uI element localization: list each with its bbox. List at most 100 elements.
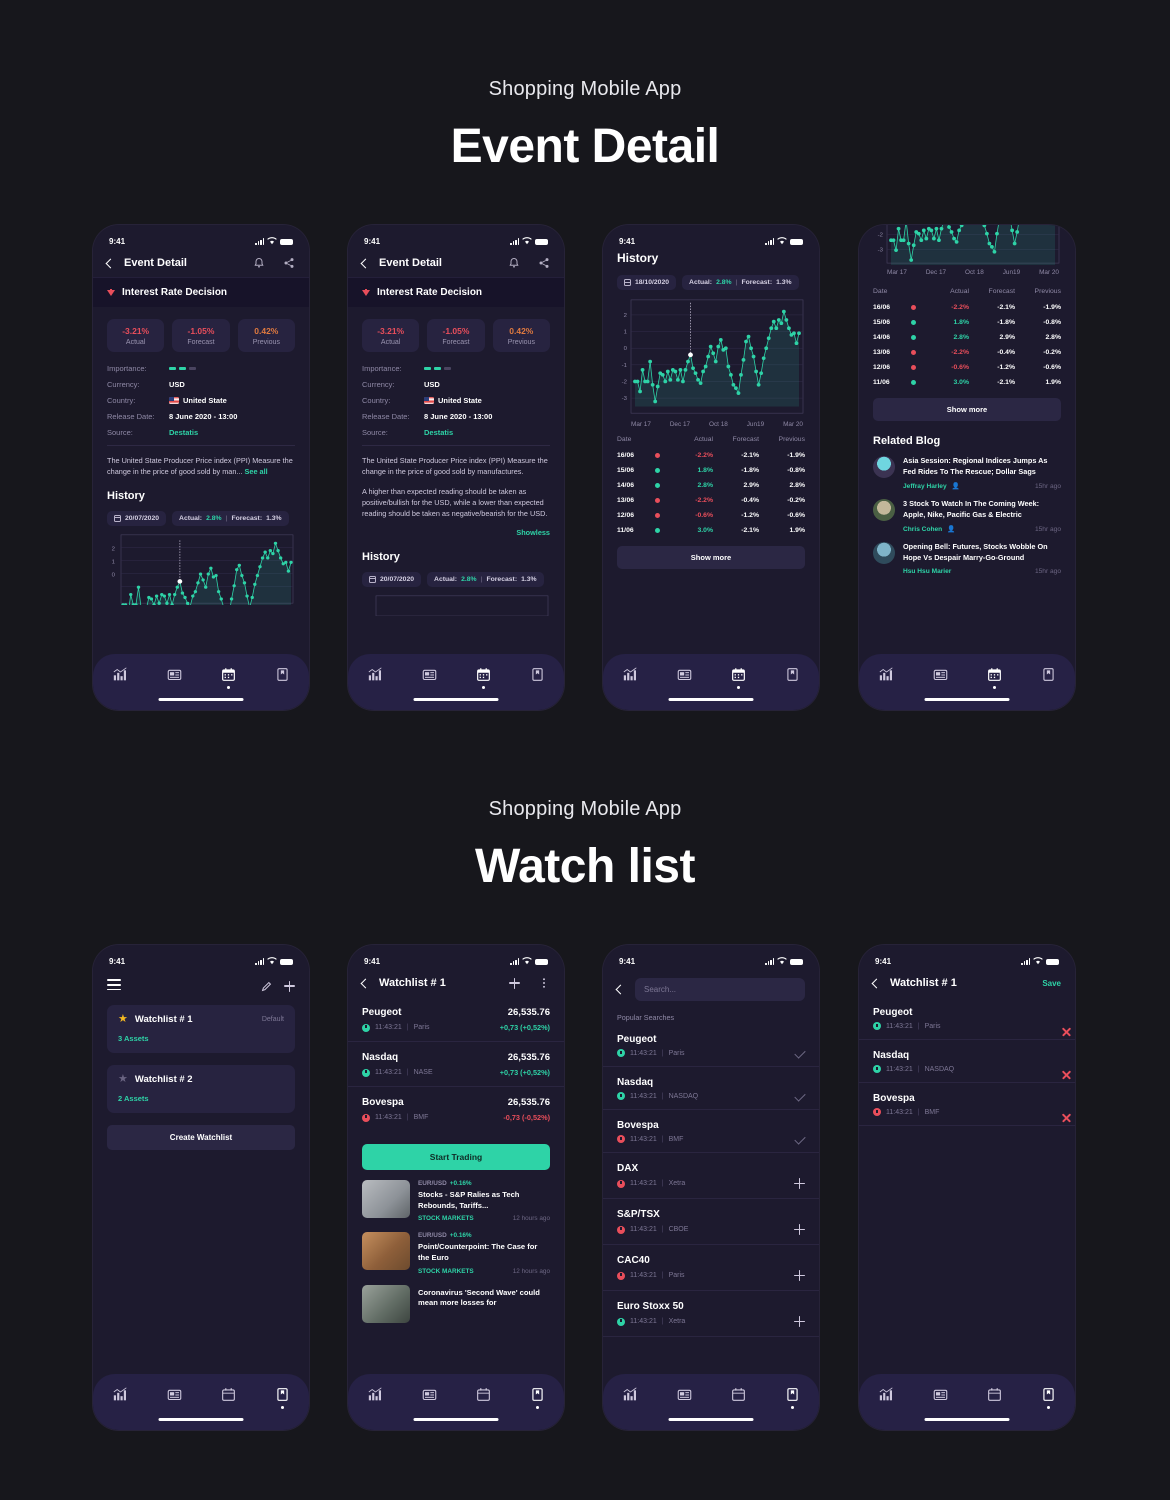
table-row[interactable]: 12/06 -0.6% -1.2% -0.6% xyxy=(617,508,805,523)
history-chart-clipped[interactable]: -2 -3 Mar 17 Dec 17 Oct 18 Jun19 Mar 20 xyxy=(873,225,1061,276)
calendar-tab[interactable] xyxy=(711,1387,765,1409)
menu-icon[interactable] xyxy=(107,979,121,993)
news-item[interactable]: EUR/USD +0.16% Point/Counterpoint: The Cas… xyxy=(348,1222,564,1275)
news-item[interactable]: Coronavirus 'Second Wave' could mean mor… xyxy=(348,1275,564,1323)
watchlist-card[interactable]: ★ Watchlist # 1 Default 3 Assets xyxy=(107,1005,295,1054)
date-pill[interactable]: 18/10/2020 xyxy=(617,275,677,290)
bookmark-tab[interactable] xyxy=(1021,667,1075,689)
bookmark-tab[interactable] xyxy=(765,667,819,689)
news-tab[interactable] xyxy=(147,667,201,689)
blog-item[interactable]: 3 Stock To Watch In The Coming Week: App… xyxy=(859,490,1075,533)
news-tab[interactable] xyxy=(147,1387,201,1409)
calendar-tab[interactable] xyxy=(456,667,510,689)
back-icon[interactable] xyxy=(360,978,371,988)
source-link[interactable]: Destatis xyxy=(424,428,453,437)
table-row[interactable]: 15/06 1.8% -1.8% -0.8% xyxy=(617,463,805,478)
bookmark-tab[interactable] xyxy=(255,667,309,689)
back-icon[interactable] xyxy=(615,984,626,995)
asset-row[interactable]: Peugeot 26,535.76 11:43:21 | Paris +0,73 (+0,… xyxy=(348,997,564,1042)
back-icon[interactable] xyxy=(871,978,882,988)
table-row[interactable]: 11/06 3.0% -2.1% 1.9% xyxy=(873,375,1061,390)
table-row[interactable]: 13/06 -2.2% -0.4% -0.2% xyxy=(873,345,1061,360)
bookmark-tab[interactable] xyxy=(510,667,564,689)
watchlist-card[interactable]: ★ Watchlist # 2 2 Assets xyxy=(107,1065,295,1114)
table-row[interactable]: 11/06 3.0% -2.1% 1.9% xyxy=(617,523,805,538)
blog-item[interactable]: Asia Session: Regional Indices Jumps As … xyxy=(859,447,1075,490)
chart-tab[interactable] xyxy=(859,1387,913,1409)
date-pill[interactable]: 20/07/2020 xyxy=(362,571,422,587)
search-result-row[interactable]: Nasdaq 11:43:21 | NASDAQ xyxy=(603,1067,819,1110)
news-item[interactable]: EUR/USD +0.16% Stocks - S&P Ralies as Tech… xyxy=(348,1170,564,1222)
see-all-link[interactable]: See all xyxy=(245,467,268,476)
calendar-tab[interactable] xyxy=(201,1387,255,1409)
history-chart-stub[interactable] xyxy=(362,594,550,616)
add-icon[interactable] xyxy=(794,1178,805,1189)
calendar-tab[interactable] xyxy=(967,667,1021,689)
calendar-tab[interactable] xyxy=(201,667,255,689)
share-icon[interactable] xyxy=(538,257,550,269)
asset-row[interactable]: Bovespa 26,535.76 11:43:21 | BMF -0,73 (-0,52… xyxy=(348,1087,564,1131)
source-link[interactable]: Destatis xyxy=(169,428,198,437)
search-result-row[interactable]: S&P/TSX 11:43:21 | CBOE xyxy=(603,1199,819,1245)
check-icon[interactable] xyxy=(794,1090,806,1102)
add-icon[interactable] xyxy=(794,1316,805,1327)
table-row[interactable]: 14/06 2.8% 2.9% 2.8% xyxy=(873,330,1061,345)
bookmark-tab[interactable] xyxy=(1021,1387,1075,1409)
bookmark-tab[interactable] xyxy=(510,1387,564,1409)
edit-pencil-icon[interactable] xyxy=(261,981,272,992)
asset-edit-row[interactable]: Bovespa 11:43:21 | BMF xyxy=(859,1083,1075,1126)
bookmark-tab[interactable] xyxy=(765,1387,819,1409)
back-icon[interactable] xyxy=(105,258,116,268)
add-icon[interactable] xyxy=(794,1270,805,1281)
blog-item[interactable]: Opening Bell: Futures, Stocks Wobble On … xyxy=(859,533,1075,575)
search-input[interactable]: Search... xyxy=(635,978,805,1001)
news-tab[interactable] xyxy=(913,1387,967,1409)
share-icon[interactable] xyxy=(283,257,295,269)
table-row[interactable]: 12/06 -0.6% -1.2% -0.6% xyxy=(873,360,1061,375)
alarm-bell-icon[interactable] xyxy=(508,257,520,269)
news-tab[interactable] xyxy=(657,667,711,689)
show-more-button[interactable]: Show more xyxy=(873,398,1061,421)
star-icon-filled[interactable]: ★ xyxy=(118,1014,128,1025)
table-row[interactable]: 16/06 -2.2% -2.1% -1.9% xyxy=(617,448,805,463)
chart-tab[interactable] xyxy=(93,667,147,689)
back-icon[interactable] xyxy=(360,258,371,268)
chart-tab[interactable] xyxy=(93,1387,147,1409)
start-trading-button[interactable]: Start Trading xyxy=(362,1144,550,1170)
calendar-tab[interactable] xyxy=(967,1387,1021,1409)
table-row[interactable]: 15/06 1.8% -1.8% -0.8% xyxy=(873,315,1061,330)
table-row[interactable]: 13/06 -2.2% -0.4% -0.2% xyxy=(617,493,805,508)
news-tab[interactable] xyxy=(402,1387,456,1409)
calendar-tab[interactable] xyxy=(456,1387,510,1409)
news-tab[interactable] xyxy=(913,667,967,689)
bookmark-tab[interactable] xyxy=(255,1387,309,1409)
date-pill[interactable]: 20/07/2020 xyxy=(107,510,167,526)
chart-tab[interactable] xyxy=(348,1387,402,1409)
chart-tab[interactable] xyxy=(603,667,657,689)
table-row[interactable]: 14/06 2.8% 2.9% 2.8% xyxy=(617,478,805,493)
more-vertical-icon[interactable] xyxy=(538,977,550,989)
search-result-row[interactable]: Bovespa 11:43:21 | BMF xyxy=(603,1110,819,1153)
asset-edit-row[interactable]: Peugeot 11:43:21 | Paris xyxy=(859,997,1075,1040)
search-result-row[interactable]: DAX 11:43:21 | Xetra xyxy=(603,1153,819,1199)
chart-tab[interactable] xyxy=(603,1387,657,1409)
search-result-row[interactable]: Euro Stoxx 50 11:43:21 | Xetra xyxy=(603,1291,819,1337)
table-row[interactable]: 16/06 -2.2% -2.1% -1.9% xyxy=(873,300,1061,315)
alarm-bell-icon[interactable] xyxy=(253,257,265,269)
chart-tab[interactable] xyxy=(348,667,402,689)
search-result-row[interactable]: Peugeot 11:43:21 | Paris xyxy=(603,1024,819,1067)
show-more-button[interactable]: Show more xyxy=(617,546,805,569)
news-tab[interactable] xyxy=(657,1387,711,1409)
check-icon[interactable] xyxy=(794,1047,806,1059)
create-watchlist-button[interactable]: Create Watchlist xyxy=(107,1125,295,1151)
search-result-row[interactable]: CAC40 11:43:21 | Paris xyxy=(603,1245,819,1291)
history-chart-full[interactable]: 2 1 0 -1 -2 -3 Mar 17 Dec 17 Oct 18 Jun19 Mar… xyxy=(617,297,805,428)
asset-edit-row[interactable]: Nasdaq 11:43:21 | NASDAQ xyxy=(859,1040,1075,1083)
chart-tab[interactable] xyxy=(859,667,913,689)
news-tab[interactable] xyxy=(402,667,456,689)
add-asset-icon[interactable] xyxy=(509,977,520,989)
add-icon[interactable] xyxy=(794,1224,805,1235)
asset-row[interactable]: Nasdaq 26,535.76 11:43:21 | NASE +0,73 (+0,52… xyxy=(348,1042,564,1087)
star-icon-outline[interactable]: ★ xyxy=(118,1074,128,1085)
calendar-tab[interactable] xyxy=(711,667,765,689)
